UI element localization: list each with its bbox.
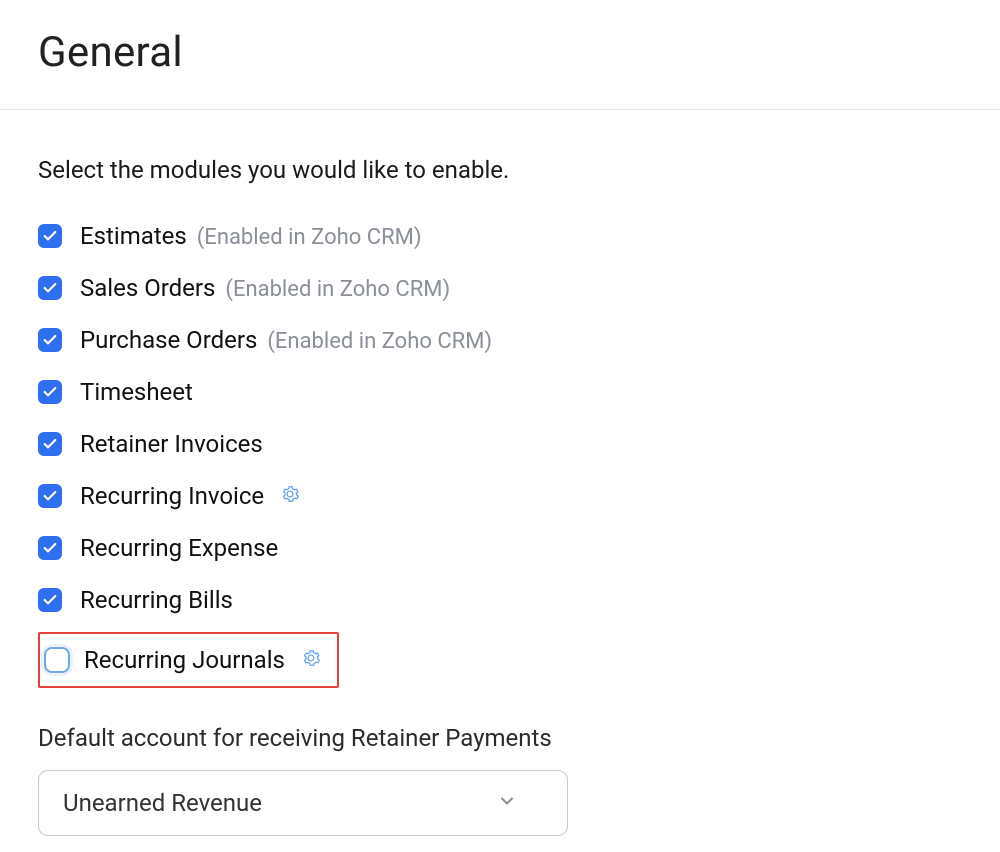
module-row-timesheet: Timesheet [38,378,1000,406]
select-value: Unearned Revenue [63,789,262,817]
module-label-text: Estimates [80,222,187,250]
checkbox-recurring-journals[interactable] [44,647,70,673]
chevron-down-icon [497,789,517,817]
module-label: Estimates (Enabled in Zoho CRM) [80,222,422,250]
page-header: General [0,0,1000,110]
module-row-purchase-orders: Purchase Orders (Enabled in Zoho CRM) [38,326,1000,354]
checkbox-sales-orders[interactable] [38,276,62,300]
settings-recurring-journals[interactable] [301,648,321,668]
module-label: Recurring Expense [80,534,278,562]
check-icon [42,280,58,296]
module-row-recurring-invoice: Recurring Invoice [38,482,1000,510]
checkbox-purchase-orders[interactable] [38,328,62,352]
module-label: Recurring Journals [84,646,321,674]
check-icon [42,540,58,556]
checkbox-recurring-expense[interactable] [38,536,62,560]
module-label-text: Timesheet [80,378,193,406]
intro-text: Select the modules you would like to ena… [38,156,1000,184]
module-row-estimates: Estimates (Enabled in Zoho CRM) [38,222,1000,250]
page-title: General [38,28,1000,77]
module-label: Retainer Invoices [80,430,263,458]
module-label-text: Recurring Bills [80,586,233,614]
highlight-recurring-journals: Recurring Journals [38,632,339,688]
module-label-text: Sales Orders [80,274,215,302]
checkbox-timesheet[interactable] [38,380,62,404]
check-icon [42,228,58,244]
checkbox-estimates[interactable] [38,224,62,248]
checkbox-retainer-invoices[interactable] [38,432,62,456]
check-icon [42,332,58,348]
module-list: Estimates (Enabled in Zoho CRM) Sales Or… [38,222,1000,714]
checkbox-recurring-bills[interactable] [38,588,62,612]
module-label-text: Recurring Invoice [80,482,264,510]
check-icon [42,592,58,608]
module-label-text: Recurring Expense [80,534,278,562]
module-row-recurring-expense: Recurring Expense [38,534,1000,562]
module-label-text: Retainer Invoices [80,430,263,458]
module-label: Recurring Bills [80,586,233,614]
retainer-account-label: Default account for receiving Retainer P… [38,724,1000,752]
module-label-text: Recurring Journals [84,646,285,674]
module-label: Purchase Orders (Enabled in Zoho CRM) [80,326,492,354]
check-icon [42,488,58,504]
crm-note: (Enabled in Zoho CRM) [267,329,492,354]
retainer-account-select[interactable]: Unearned Revenue [38,770,568,836]
crm-note: (Enabled in Zoho CRM) [225,277,450,302]
check-icon [42,436,58,452]
module-row-recurring-bills: Recurring Bills [38,586,1000,614]
module-label: Sales Orders (Enabled in Zoho CRM) [80,274,450,302]
module-label-text: Purchase Orders [80,326,257,354]
gear-icon [280,484,300,504]
checkbox-recurring-invoice[interactable] [38,484,62,508]
settings-recurring-invoice[interactable] [280,484,300,504]
crm-note: (Enabled in Zoho CRM) [197,225,422,250]
module-label: Recurring Invoice [80,482,300,510]
gear-icon [301,648,321,668]
retainer-account-select-wrap: Unearned Revenue [38,770,568,836]
module-row-sales-orders: Sales Orders (Enabled in Zoho CRM) [38,274,1000,302]
check-icon [42,384,58,400]
module-label: Timesheet [80,378,193,406]
module-row-retainer-invoices: Retainer Invoices [38,430,1000,458]
